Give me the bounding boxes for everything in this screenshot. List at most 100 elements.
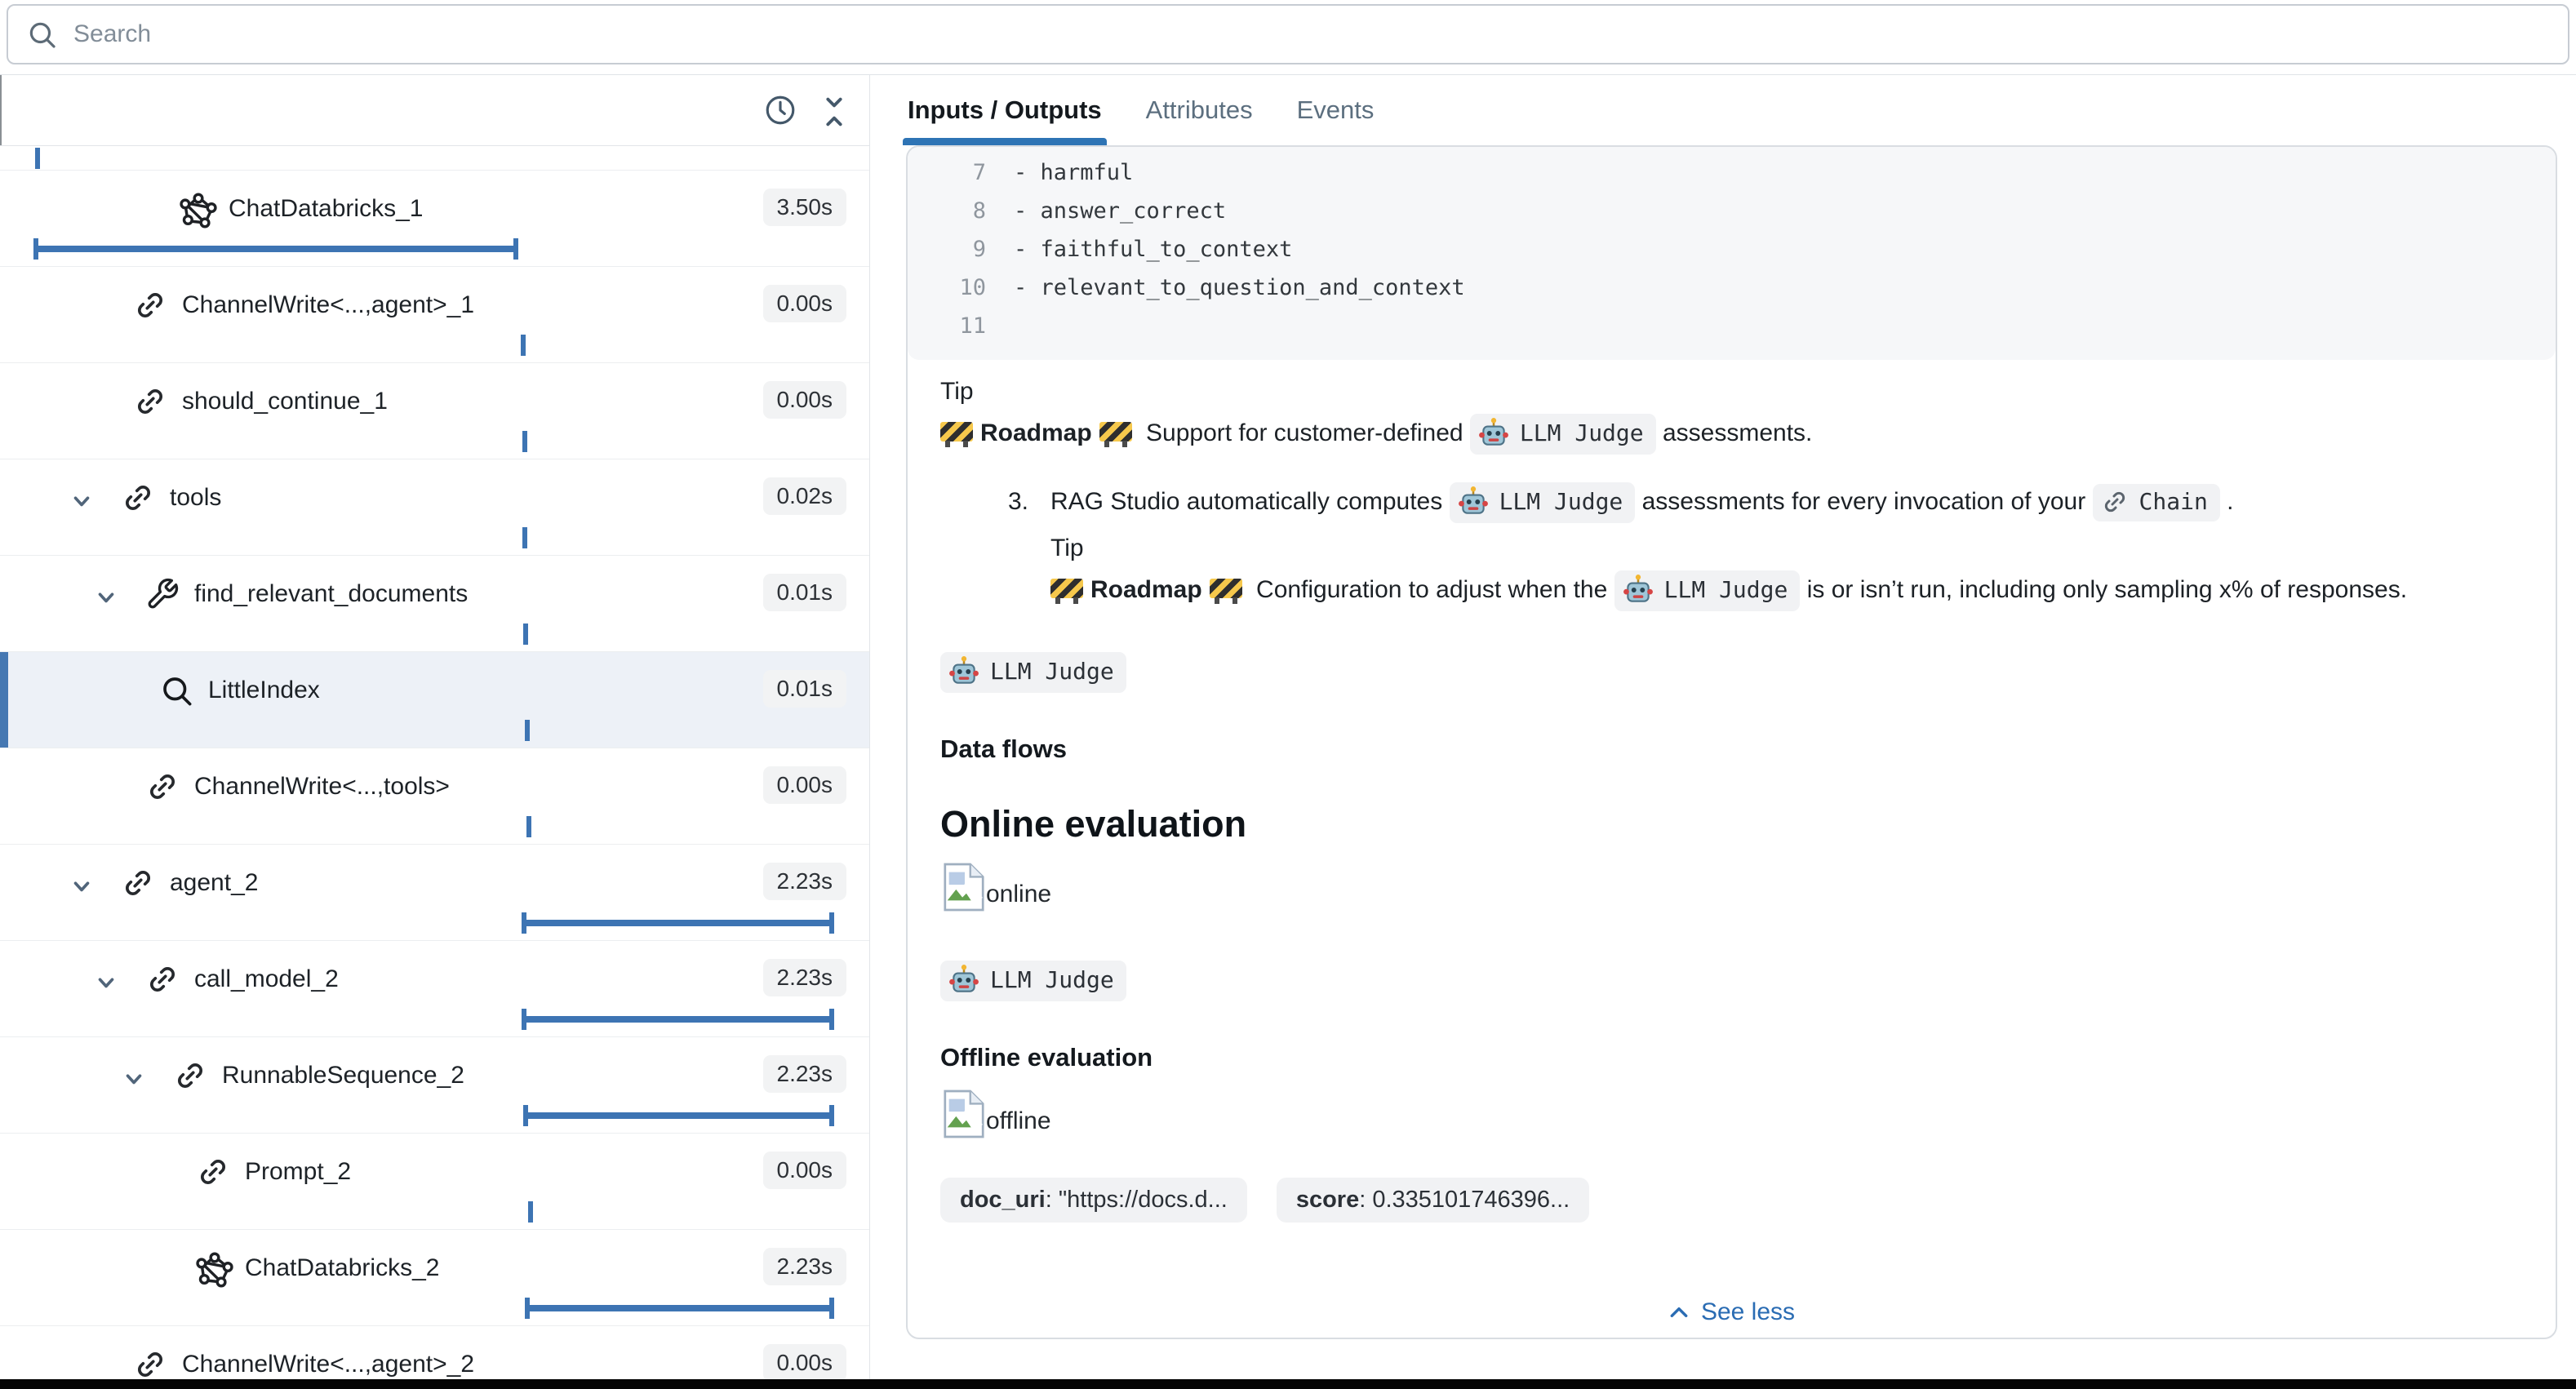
span-name: ChannelWrite<...,tools> xyxy=(194,773,450,801)
tree-row-prompt_2[interactable]: Prompt_2 0.00s xyxy=(0,1134,869,1230)
search-icon xyxy=(26,19,57,50)
tree-row-should_continue_1[interactable]: should_continue_10.00s xyxy=(0,363,869,459)
tree-row-channelwriteagent_2[interactable]: ChannelWrite<...,agent>_20.00s xyxy=(0,1326,869,1379)
span-name: find_relevant_documents xyxy=(194,580,468,608)
code-line: 9- faithful_to_context xyxy=(908,230,2556,268)
robot-icon xyxy=(948,964,979,996)
broken-image-icon xyxy=(940,1088,988,1147)
bold-text-run: Roadmap xyxy=(1090,576,1202,603)
line-number: 11 xyxy=(908,313,986,339)
tip-title: Tip xyxy=(940,376,2507,407)
code-line: 11 xyxy=(908,307,2556,345)
span-name: Prompt_2 xyxy=(245,1158,351,1186)
link-icon xyxy=(121,481,155,519)
timeline-bar xyxy=(35,246,517,252)
data-flows-heading: Data flows xyxy=(940,734,2507,765)
robot-icon xyxy=(1623,574,1654,606)
search-bar[interactable] xyxy=(7,4,2569,64)
chevron-down-icon[interactable] xyxy=(122,1067,146,1095)
llm-judge-badge: LLM Judge xyxy=(940,652,1126,693)
timeline-track xyxy=(0,621,869,647)
llm-judge-badge: LLM Judge xyxy=(940,961,1126,1001)
chain-badge: Chain xyxy=(2093,484,2220,521)
list-marker: 3. xyxy=(1008,482,1028,521)
trace-viewer: ChatDatabricks_1 3.50s ChannelWrite<...,ag… xyxy=(0,0,2576,1389)
tree-row-tools[interactable]: tools0.02s xyxy=(0,459,869,556)
tree-row-find_relevant_documents[interactable]: find_relevant_documents 0.01s xyxy=(0,556,869,652)
chevron-down-icon[interactable] xyxy=(69,489,94,517)
tree-toolbar xyxy=(0,75,869,146)
duration-badge: 3.50s xyxy=(763,189,847,226)
badge-label: LLM Judge xyxy=(1499,487,1623,517)
duration-badge: 0.00s xyxy=(763,1152,847,1189)
tab-inputs-outputs[interactable]: Inputs / Outputs xyxy=(908,75,1102,145)
text-run: Configuration to adjust when the xyxy=(1250,576,1614,603)
timeline-track xyxy=(0,236,869,262)
chevron-down-icon[interactable] xyxy=(69,874,94,903)
attribute-pills: doc_uri: "https://docs.d...score: 0.3351… xyxy=(940,1178,2507,1223)
chevron-up-icon xyxy=(1668,1303,1690,1321)
see-less-label[interactable]: See less xyxy=(1701,1298,1795,1326)
span-name: ChatDatabricks_1 xyxy=(229,195,423,223)
badge-label: LLM Judge xyxy=(1664,575,1788,605)
line-number: 10 xyxy=(908,275,986,300)
clock-icon[interactable] xyxy=(763,93,797,131)
link-icon xyxy=(145,770,180,808)
timeline-tick xyxy=(35,148,40,169)
construction-icon xyxy=(1050,579,1083,598)
chevron-down-icon[interactable] xyxy=(94,970,118,999)
tree-row-runnablesequence_2[interactable]: RunnableSequence_2 2.23s xyxy=(0,1037,869,1134)
construction-icon xyxy=(940,422,973,442)
duration-badge: 0.00s xyxy=(763,285,847,322)
construction-icon xyxy=(1210,579,1242,598)
tree-row-channelwritetools[interactable]: ChannelWrite<...,tools>0.00s xyxy=(0,748,869,845)
text-run: assessments for every invocation of your xyxy=(1635,488,2092,515)
model-icon xyxy=(196,1251,233,1293)
llm-judge-badge: LLM Judge xyxy=(1614,570,1801,611)
image-alt-text: offline xyxy=(986,1107,1051,1135)
duration-badge: 2.23s xyxy=(763,1055,847,1093)
tree-row-channelwriteagent_1[interactable]: ChannelWrite<...,agent>_1 0.00s xyxy=(0,267,869,363)
tree-row-agent_2[interactable]: agent_22.23s xyxy=(0,845,869,941)
link-icon xyxy=(196,1155,230,1193)
span-name: LittleIndex xyxy=(208,677,320,704)
inputs-outputs-panel: 7- harmful8- answer_correct9- faithful_t… xyxy=(906,145,2557,1339)
span-name: agent_2 xyxy=(170,869,258,897)
chevron-down-icon[interactable] xyxy=(94,585,118,614)
tab-attributes[interactable]: Attributes xyxy=(1146,75,1253,145)
tab-events[interactable]: Events xyxy=(1297,75,1375,145)
duration-badge: 0.01s xyxy=(763,574,847,611)
tree-row-chatdatabricks_2[interactable]: ChatDatabricks_22.23s xyxy=(0,1230,869,1326)
line-text: - relevant_to_question_and_context xyxy=(1014,275,1465,300)
timeline-track xyxy=(0,332,869,358)
tree-row-call_model_2[interactable]: call_model_22.23s xyxy=(0,941,869,1037)
broken-image-offline: offline xyxy=(940,1093,2507,1147)
badge-label: LLM Judge xyxy=(990,657,1114,686)
tip-roadmap-line: Roadmap Support for customer-defined LLM… xyxy=(940,414,2507,455)
search-icon xyxy=(159,673,193,712)
search-input[interactable] xyxy=(72,20,2363,49)
see-less-link[interactable]: See less xyxy=(908,1298,2556,1326)
span-name: ChannelWrite<...,agent>_2 xyxy=(182,1351,474,1378)
line-text: - answer_correct xyxy=(1014,198,1226,224)
model-icon xyxy=(180,192,217,233)
collapse-all-icon[interactable] xyxy=(817,93,851,135)
span-tree: ChatDatabricks_1 3.50s ChannelWrite<...,ag… xyxy=(0,146,869,1379)
timeline-tick xyxy=(525,720,530,741)
tree-row-littleindex[interactable]: LittleIndex0.01s xyxy=(0,652,869,748)
text-run: Support for customer-defined xyxy=(1139,419,1470,446)
timeline-tick xyxy=(528,1201,533,1223)
llm-judge-badge: LLM Judge xyxy=(940,961,2507,1001)
timeline-bar xyxy=(523,1016,833,1023)
timeline-tick xyxy=(526,816,531,837)
chain-icon xyxy=(2101,488,2129,516)
link-icon xyxy=(145,962,180,1001)
timeline-bar xyxy=(526,1305,833,1311)
text-run: RAG Studio automatically computes xyxy=(1050,488,1450,515)
span-name: ChannelWrite<...,agent>_1 xyxy=(182,291,474,319)
pane-divider[interactable] xyxy=(869,75,870,1379)
bold-text-run: Roadmap xyxy=(980,419,1092,446)
span-name: RunnableSequence_2 xyxy=(222,1062,464,1089)
duration-badge: 0.02s xyxy=(763,477,847,515)
tree-row-chatdatabricks_1[interactable]: ChatDatabricks_1 3.50s xyxy=(0,171,869,267)
